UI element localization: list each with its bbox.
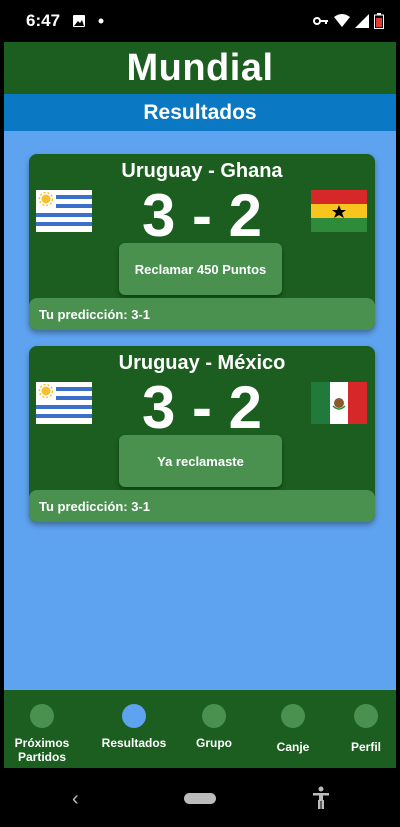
nav-item-perfil[interactable]: Perfil <box>328 690 396 768</box>
battery-icon <box>374 13 384 29</box>
status-time: 6:47 <box>26 11 61 30</box>
nav-label: Próximos Partidos <box>14 736 70 764</box>
app-title: Mundial <box>126 46 274 89</box>
mexico-flag-icon <box>311 382 367 424</box>
nav-item-grupo[interactable]: Grupo <box>176 690 252 768</box>
section-header: Resultados <box>4 94 396 131</box>
back-icon[interactable]: ‹ <box>72 788 79 811</box>
nav-label: Canje <box>276 740 310 754</box>
match-card: Uruguay - Ghana 3 - 2 Reclamar 450 Punto… <box>29 154 375 330</box>
dot-icon <box>98 18 104 24</box>
prediction-text: Tu predicción: 3-1 <box>39 306 150 322</box>
prediction-bar: Tu predicción: 3-1 <box>29 490 375 522</box>
nav-label: Perfil <box>350 740 381 754</box>
home-pill-icon[interactable] <box>184 793 216 804</box>
canje-icon <box>281 704 305 728</box>
image-icon <box>73 15 86 27</box>
nav-item-canje[interactable]: Canje <box>255 690 331 768</box>
uruguay-flag-icon <box>36 382 92 424</box>
ghana-flag-icon <box>311 190 367 232</box>
match-card: Uruguay - México 3 - 2 Ya reclamaste Tu … <box>29 346 375 522</box>
match-title: Uruguay - México <box>118 352 286 374</box>
status-bar: 6:47 <box>0 0 400 42</box>
device-screen: 6:47 Mundial Resultados Uruguay - Ghana … <box>0 0 400 827</box>
wifi-icon <box>334 14 350 27</box>
vpn-key-icon <box>313 17 328 25</box>
prediction-bar: Tu predicción: 3-1 <box>29 298 375 330</box>
uruguay-flag-icon <box>36 190 92 232</box>
grupo-icon <box>202 704 226 728</box>
app-header: Mundial <box>4 42 396 94</box>
accessibility-icon[interactable] <box>311 786 331 810</box>
signal-icon <box>355 14 369 28</box>
match-title: Uruguay - Ghana <box>121 160 283 182</box>
claim-points-button[interactable]: Reclamar 450 Puntos <box>119 243 282 295</box>
nav-item-resultados[interactable]: Resultados <box>96 690 172 768</box>
section-title: Resultados <box>143 100 257 124</box>
nav-item-proximos-partidos[interactable]: Próximos Partidos <box>4 690 80 768</box>
prediction-text: Tu predicción: 3-1 <box>39 498 150 514</box>
bottom-navigation: Próximos Partidos Resultados Grupo Canje… <box>4 690 396 768</box>
resultados-icon <box>122 704 146 728</box>
nav-label: Grupo <box>196 736 232 750</box>
claimed-button[interactable]: Ya reclamaste <box>119 435 282 487</box>
app-screen: Mundial Resultados Uruguay - Ghana 3 - 2 <box>4 42 396 768</box>
proximos-partidos-icon <box>30 704 54 728</box>
nav-label: Resultados <box>101 736 167 750</box>
perfil-icon <box>354 704 378 728</box>
system-navigation-bar: ‹ <box>0 768 400 827</box>
